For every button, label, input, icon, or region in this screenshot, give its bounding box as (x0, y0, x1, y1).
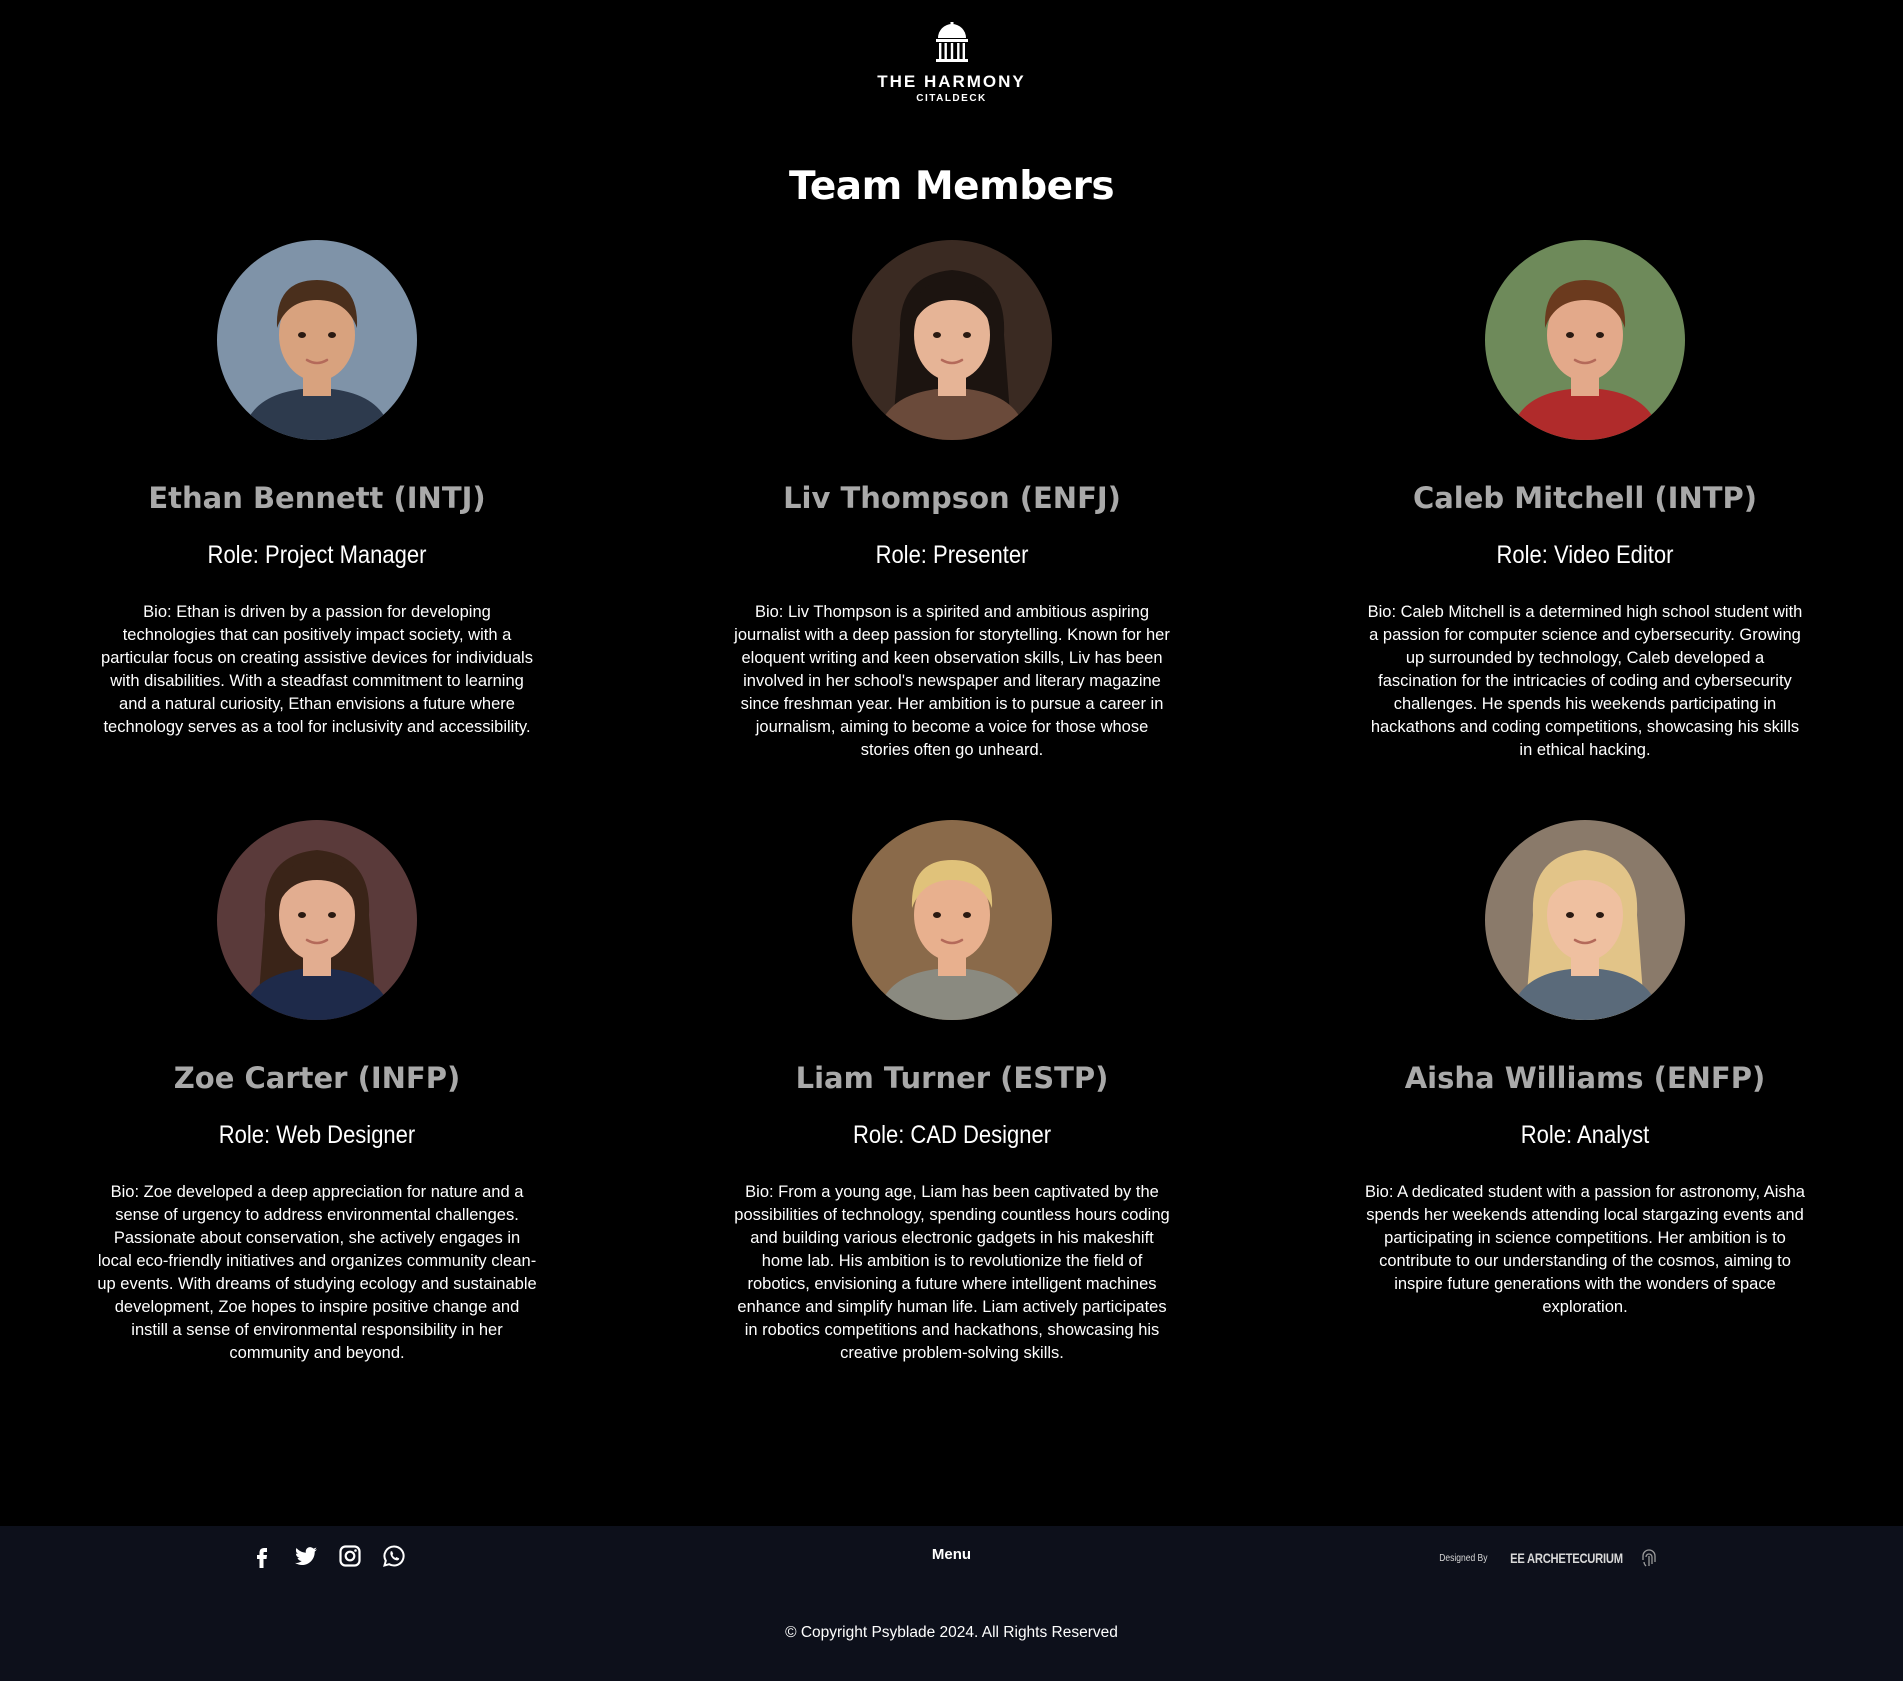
portrait-illustration (217, 820, 417, 1020)
whatsapp-icon[interactable] (382, 1544, 406, 1568)
page-title: Team Members (788, 164, 1115, 209)
brand-name: THE HARMONY (877, 72, 1026, 91)
portrait-illustration (1485, 240, 1685, 440)
member-bio: Bio: Caleb Mitchell is a determined high… (1367, 603, 1803, 759)
designer-credit[interactable]: Designed By EE ARCHETECURIUM (1435, 1548, 1657, 1568)
team-member-card: Ethan Bennett (INTJ) Role: Project Manag… (97, 240, 537, 739)
designed-by-label: Designed By (1439, 1552, 1488, 1564)
site-logo[interactable]: THE HARMONY CITALDECK (0, 22, 1903, 104)
avatar (217, 820, 417, 1020)
twitter-icon[interactable] (294, 1544, 318, 1568)
member-bio: Bio: Zoe developed a deep appreciation f… (97, 1183, 537, 1362)
footer-menu-link[interactable]: Menu (932, 1546, 971, 1563)
portrait-illustration (1485, 820, 1685, 1020)
member-role: Role: Analyst (1520, 1121, 1650, 1149)
member-name: Aisha Williams (ENFP) (1404, 1061, 1766, 1095)
designer-name: EE ARCHETECURIUM (1510, 1550, 1623, 1566)
member-role: Role: Project Manager (207, 541, 427, 569)
member-bio: Bio: From a young age, Liam has been cap… (734, 1183, 1170, 1362)
portrait-illustration (217, 240, 417, 440)
avatar (1485, 240, 1685, 440)
pavilion-logo-icon (935, 22, 968, 62)
member-name: Liv Thompson (ENFJ) (783, 481, 1121, 515)
team-member-card: Liv Thompson (ENFJ) Role: Presenter Bio:… (732, 240, 1172, 762)
team-member-card: Liam Turner (ESTP) Role: CAD Designer Bi… (732, 820, 1172, 1365)
member-role: Role: Presenter (875, 541, 1029, 569)
team-member-card: Aisha Williams (ENFP) Role: Analyst Bio:… (1365, 820, 1805, 1319)
member-role: Role: Web Designer (218, 1121, 416, 1149)
member-name: Ethan Bennett (INTJ) (148, 481, 486, 515)
avatar (852, 820, 1052, 1020)
social-links (250, 1544, 406, 1568)
facebook-icon[interactable] (250, 1544, 274, 1568)
team-member-card: Caleb Mitchell (INTP) Role: Video Editor… (1365, 240, 1805, 762)
member-bio: Bio: Liv Thompson is a spirited and ambi… (734, 603, 1170, 759)
member-name: Zoe Carter (INFP) (173, 1061, 461, 1095)
avatar (1485, 820, 1685, 1020)
portrait-illustration (852, 240, 1052, 440)
team-member-card: Zoe Carter (INFP) Role: Web Designer Bio… (97, 820, 537, 1365)
member-name: Liam Turner (ESTP) (795, 1061, 1109, 1095)
page: THE HARMONY CITALDECK Team Members Ethan… (0, 0, 1903, 1681)
brand-subname: CITALDECK (916, 93, 987, 104)
member-bio: Bio: Ethan is driven by a passion for de… (101, 603, 533, 736)
fingerprint-icon (1642, 1549, 1656, 1567)
member-bio: Bio: A dedicated student with a passion … (1365, 1183, 1805, 1316)
site-footer: Menu Designed By EE ARCHETECURIUM © Copy… (0, 1526, 1903, 1681)
instagram-icon[interactable] (338, 1544, 362, 1568)
avatar (852, 240, 1052, 440)
avatar (217, 240, 417, 440)
member-name: Caleb Mitchell (INTP) (1412, 481, 1758, 515)
portrait-illustration (852, 820, 1052, 1020)
member-role: Role: Video Editor (1496, 541, 1674, 569)
copyright-text: © Copyright Psyblade 2024. All Rights Re… (785, 1624, 1118, 1641)
member-role: Role: CAD Designer (852, 1121, 1052, 1149)
